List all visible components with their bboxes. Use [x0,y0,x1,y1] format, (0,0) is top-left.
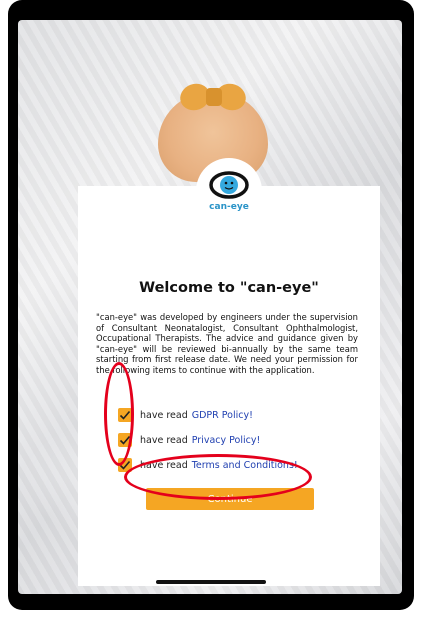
annotation-checkbox-circle [104,362,134,466]
eye-logo-icon [209,171,249,199]
gdpr-prefix: have read [140,409,188,421]
privacy-prefix: have read [140,434,188,446]
annotation-continue-circle [124,454,312,500]
home-indicator[interactable] [156,580,266,584]
logo-text: can-eye [209,202,249,212]
welcome-description: "can-eye" was developed by engineers und… [96,312,358,375]
consent-row-gdpr[interactable]: have read GDPR Policy! [118,404,358,426]
background-bow [176,78,250,118]
welcome-title: Welcome to "can-eye" [139,280,319,296]
app-screen: can-eye Welcome to "can-eye" "can-eye" w… [18,20,402,594]
privacy-policy-link[interactable]: Privacy Policy! [192,435,261,446]
gdpr-policy-link[interactable]: GDPR Policy! [192,410,253,421]
app-logo: can-eye [196,158,262,224]
consent-row-privacy[interactable]: have read Privacy Policy! [118,429,358,451]
